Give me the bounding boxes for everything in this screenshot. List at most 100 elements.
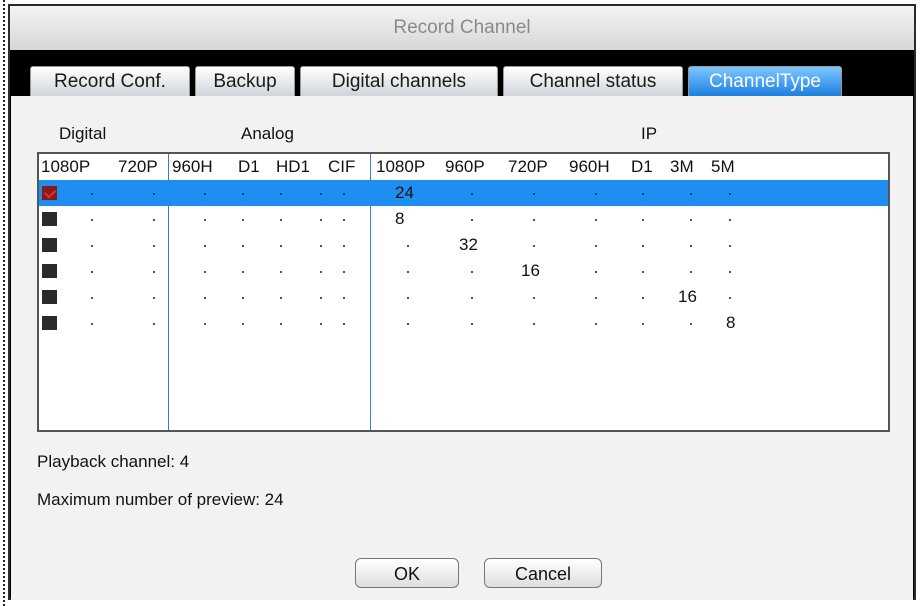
- tab-digital-channels[interactable]: Digital channels: [300, 66, 498, 96]
- empty-cell-dot: [407, 297, 409, 299]
- empty-cell-dot: [242, 193, 244, 195]
- empty-cell-dot: [729, 193, 731, 195]
- empty-cell-dot: [407, 271, 409, 273]
- empty-cell-dot: [242, 219, 244, 221]
- tab-channeltype[interactable]: ChannelType: [688, 66, 842, 96]
- empty-cell-dot: [91, 323, 93, 325]
- empty-cell-dot: [729, 271, 731, 273]
- empty-cell-dot: [642, 193, 644, 195]
- empty-cell-dot: [407, 245, 409, 247]
- record-channel-dialog: Record Channel Record Conf. Backup Digit…: [8, 4, 916, 600]
- group-label-ip: IP: [641, 124, 658, 143]
- empty-cell-dot: [533, 193, 535, 195]
- playback-channel-text: Playback channel: 4: [37, 452, 190, 471]
- col-header-ip-960h: 960H: [569, 157, 610, 176]
- col-header-analog-960h: 960H: [172, 157, 213, 176]
- empty-cell-dot: [642, 219, 644, 221]
- empty-cell-dot: [471, 193, 473, 195]
- table-row[interactable]: 16: [39, 258, 888, 284]
- ok-button[interactable]: OK: [355, 558, 459, 588]
- empty-cell-dot: [153, 219, 155, 221]
- empty-cell-dot: [729, 297, 731, 299]
- channel-checkbox[interactable]: [42, 264, 57, 278]
- empty-cell-dot: [471, 323, 473, 325]
- empty-cell-dot: [91, 297, 93, 299]
- table-row[interactable]: 8: [39, 310, 888, 336]
- empty-cell-dot: [471, 219, 473, 221]
- empty-cell-dot: [280, 245, 282, 247]
- col-header-ip-1080p: 1080P: [376, 157, 426, 176]
- empty-cell-dot: [280, 271, 282, 273]
- col-header-digital-1080p: 1080P: [41, 157, 91, 176]
- empty-cell-dot: [642, 297, 644, 299]
- empty-cell-dot: [320, 219, 322, 221]
- empty-cell-dot: [533, 245, 535, 247]
- empty-cell-dot: [320, 245, 322, 247]
- tab-backup[interactable]: Backup: [195, 66, 295, 96]
- channel-checkbox[interactable]: [42, 316, 57, 330]
- empty-cell-dot: [320, 193, 322, 195]
- empty-cell-dot: [320, 297, 322, 299]
- channel-type-table: 1080P 720P 960H D1 HD1 CIF 1080P 960P 72…: [37, 152, 890, 432]
- channel-count-value: 8: [395, 209, 405, 228]
- col-header-ip-960p: 960P: [445, 157, 485, 176]
- col-header-ip-d1: D1: [631, 157, 653, 176]
- empty-cell-dot: [533, 297, 535, 299]
- empty-cell-dot: [280, 219, 282, 221]
- tab-bar: Record Conf. Backup Digital channels Cha…: [10, 50, 914, 96]
- empty-cell-dot: [595, 297, 597, 299]
- empty-cell-dot: [204, 245, 206, 247]
- channel-checkbox[interactable]: [42, 238, 57, 252]
- empty-cell-dot: [595, 271, 597, 273]
- empty-cell-dot: [153, 271, 155, 273]
- empty-cell-dot: [320, 323, 322, 325]
- empty-cell-dot: [690, 271, 692, 273]
- empty-cell-dot: [595, 245, 597, 247]
- empty-cell-dot: [91, 193, 93, 195]
- empty-cell-dot: [690, 219, 692, 221]
- empty-cell-dot: [690, 323, 692, 325]
- channel-checkbox[interactable]: [42, 212, 57, 226]
- channel-count-value: 8: [726, 313, 736, 332]
- col-header-ip-3m: 3M: [670, 157, 694, 176]
- empty-cell-dot: [204, 323, 206, 325]
- table-row[interactable]: 32: [39, 232, 888, 258]
- window-edge-decoration: [0, 0, 8, 606]
- channel-checkbox[interactable]: [42, 186, 57, 200]
- empty-cell-dot: [280, 193, 282, 195]
- col-header-ip-720p: 720P: [508, 157, 548, 176]
- empty-cell-dot: [242, 271, 244, 273]
- channel-count-value: 16: [521, 261, 540, 280]
- empty-cell-dot: [91, 219, 93, 221]
- empty-cell-dot: [153, 297, 155, 299]
- empty-cell-dot: [153, 323, 155, 325]
- empty-cell-dot: [642, 245, 644, 247]
- tab-record-conf[interactable]: Record Conf.: [30, 66, 190, 96]
- empty-cell-dot: [343, 271, 345, 273]
- empty-cell-dot: [533, 219, 535, 221]
- empty-cell-dot: [204, 193, 206, 195]
- table-row[interactable]: 16: [39, 284, 888, 310]
- empty-cell-dot: [343, 297, 345, 299]
- empty-cell-dot: [533, 323, 535, 325]
- empty-cell-dot: [204, 297, 206, 299]
- empty-cell-dot: [595, 323, 597, 325]
- col-header-analog-d1: D1: [238, 157, 260, 176]
- empty-cell-dot: [690, 245, 692, 247]
- cancel-button[interactable]: Cancel: [484, 558, 602, 588]
- empty-cell-dot: [343, 323, 345, 325]
- empty-cell-dot: [407, 323, 409, 325]
- channel-checkbox[interactable]: [42, 290, 57, 304]
- group-label-digital: Digital: [59, 124, 107, 143]
- empty-cell-dot: [471, 271, 473, 273]
- empty-cell-dot: [91, 271, 93, 273]
- table-row[interactable]: 24: [39, 180, 888, 206]
- empty-cell-dot: [153, 245, 155, 247]
- channel-count-value: 32: [459, 235, 478, 254]
- group-label-analog: Analog: [241, 124, 294, 143]
- empty-cell-dot: [320, 271, 322, 273]
- empty-cell-dot: [343, 193, 345, 195]
- empty-cell-dot: [471, 297, 473, 299]
- tab-channel-status[interactable]: Channel status: [503, 66, 683, 96]
- table-row[interactable]: 8: [39, 206, 888, 232]
